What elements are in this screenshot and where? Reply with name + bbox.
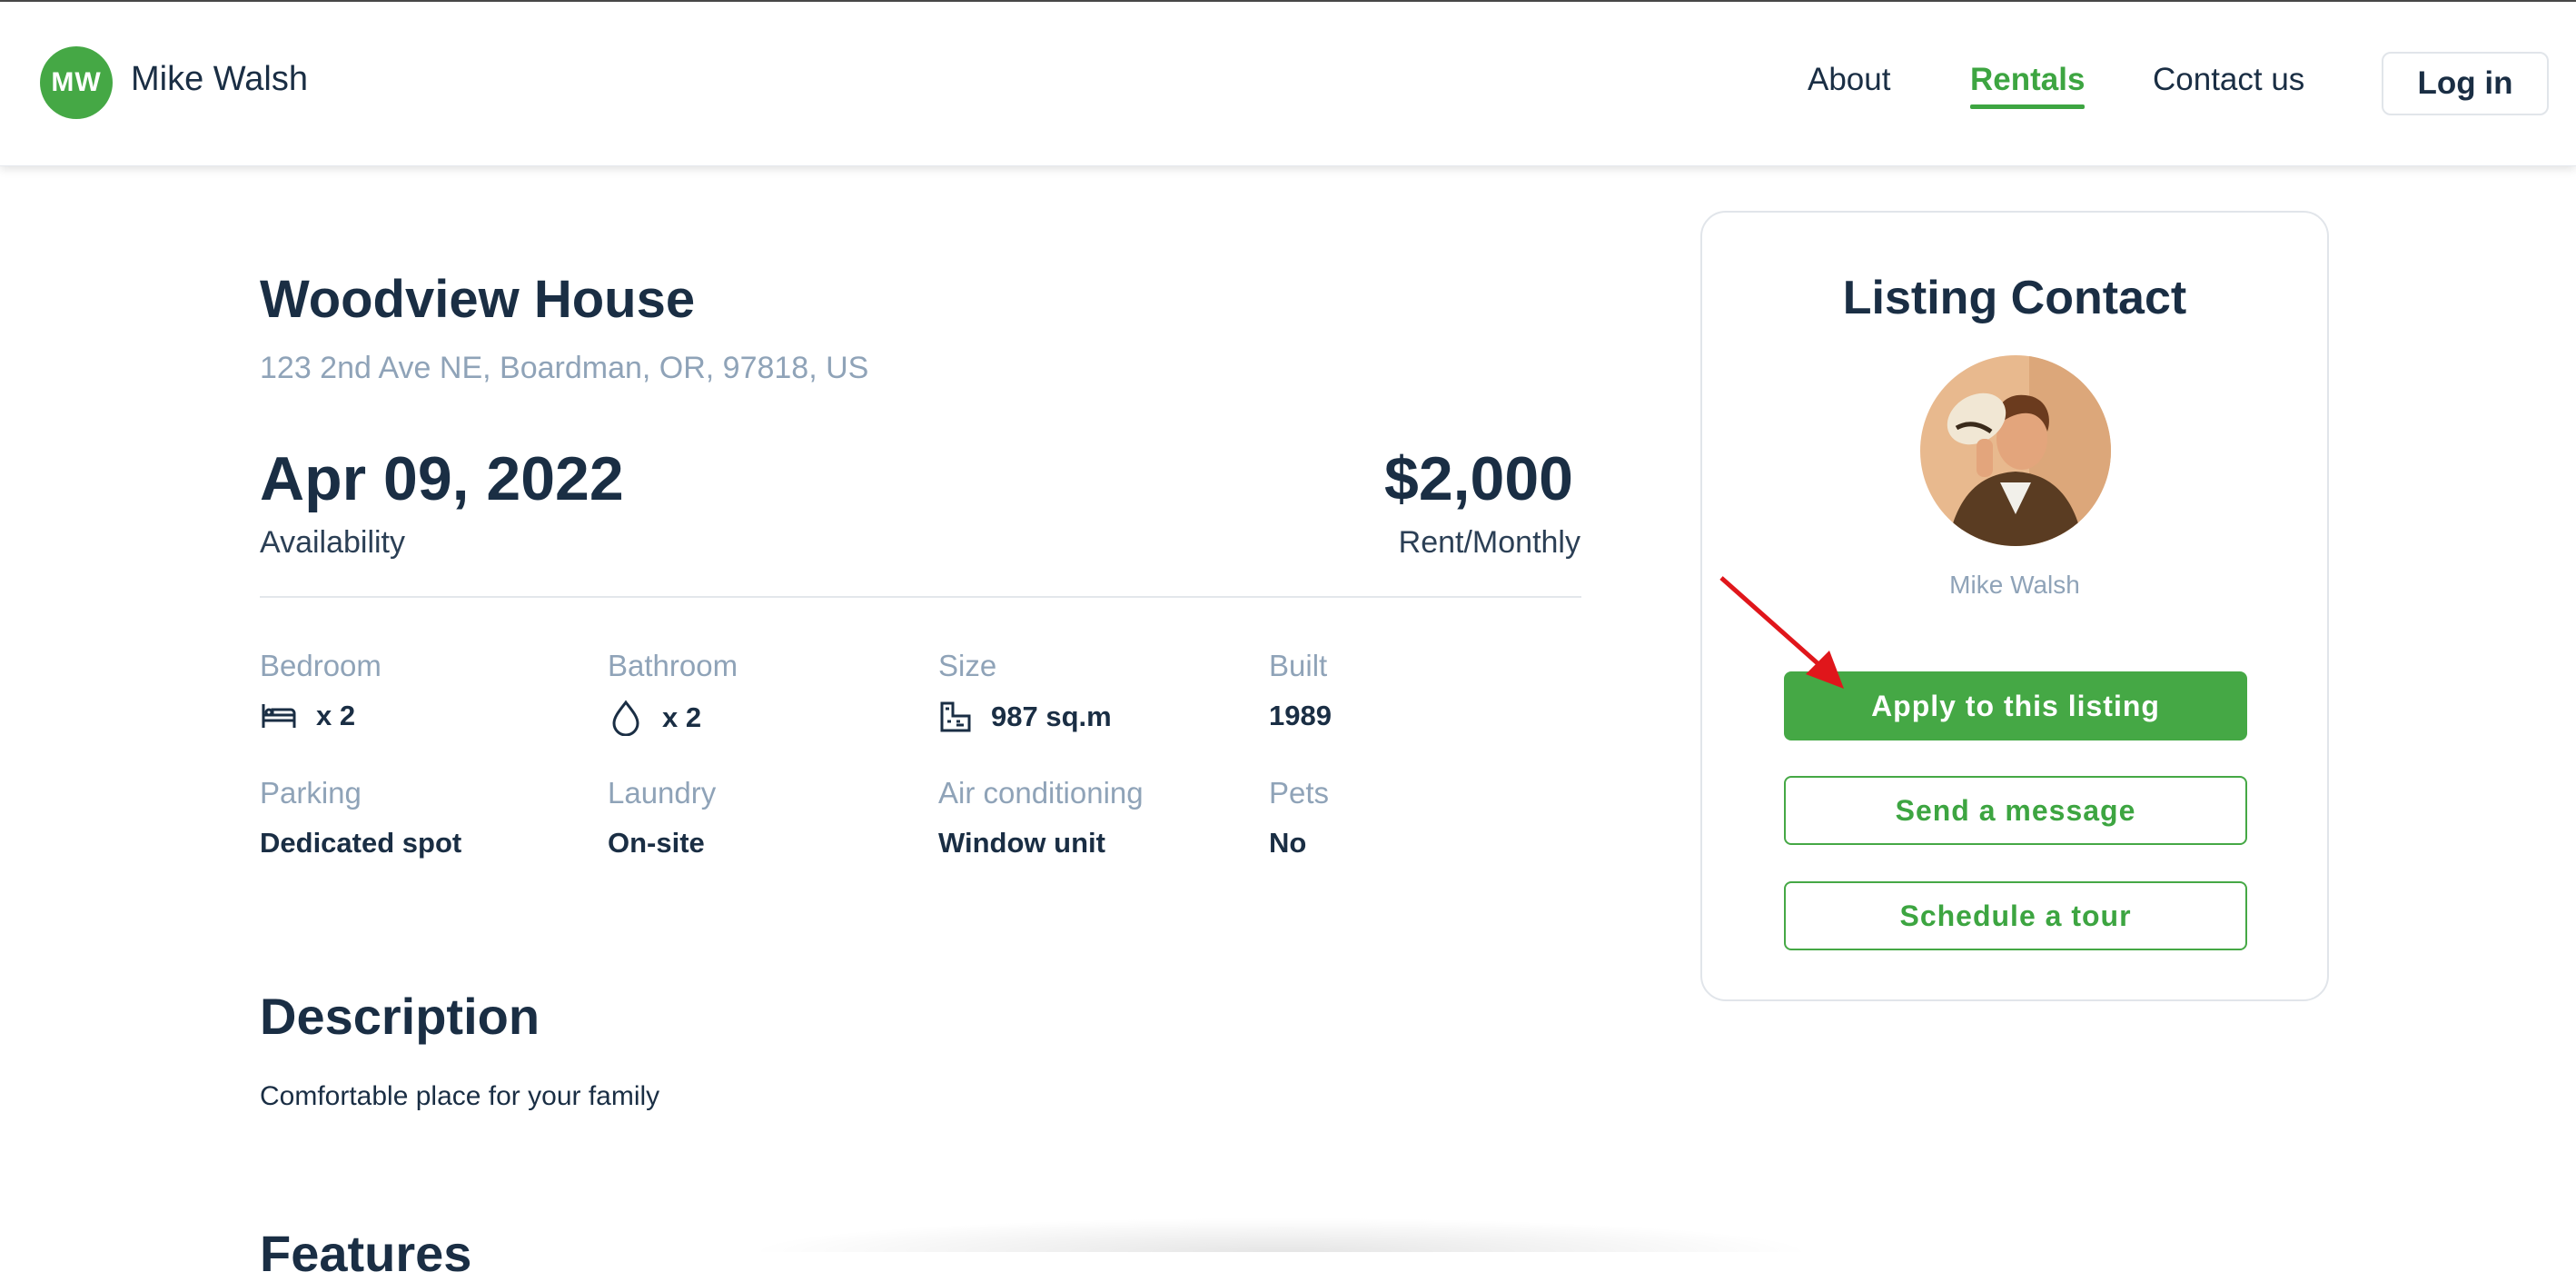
bedroom-value: x 2 xyxy=(260,700,355,732)
availability-label: Availability xyxy=(260,525,406,560)
size-label: Size xyxy=(938,649,997,682)
floorplan-icon xyxy=(940,701,971,732)
availability-date: Apr 09, 2022 xyxy=(260,444,624,513)
pets-label: Pets xyxy=(1269,776,1330,810)
bed-icon xyxy=(262,704,296,728)
nav-contact[interactable]: Contact us xyxy=(2153,62,2304,98)
bathroom-value: x 2 xyxy=(608,700,701,736)
schedule-tour-button[interactable]: Schedule a tour xyxy=(1784,881,2247,950)
pets-value: No xyxy=(1269,827,1307,859)
bathroom-count: x 2 xyxy=(662,701,702,733)
logo-avatar[interactable]: MW xyxy=(40,46,113,119)
listing-address: 123 2nd Ave NE, Boardman, OR, 97818, US xyxy=(260,351,869,385)
bedroom-label: Bedroom xyxy=(260,649,381,682)
size-amount: 987 sq.m xyxy=(991,701,1112,732)
scroll-shadow xyxy=(745,1217,1817,1252)
built-label: Built xyxy=(1269,649,1328,682)
size-value: 987 sq.m xyxy=(938,700,1112,734)
air-conditioning-label: Air conditioning xyxy=(938,776,1144,810)
water-drop-icon xyxy=(612,700,639,736)
description-text: Comfortable place for your family xyxy=(260,1081,660,1111)
site-header: MW Mike Walsh About Rentals Contact us L… xyxy=(0,2,2576,166)
air-conditioning-value: Window unit xyxy=(938,827,1105,859)
nav-rentals[interactable]: Rentals xyxy=(1970,62,2086,109)
rent-price: $2,000 xyxy=(1384,444,1573,513)
annotation-arrow-icon xyxy=(1719,576,1844,689)
login-button[interactable]: Log in xyxy=(2382,52,2549,115)
nav-about[interactable]: About xyxy=(1808,62,1890,98)
contact-avatar-image xyxy=(1920,355,2111,546)
card-title: Listing Contact xyxy=(1842,272,2187,324)
built-value: 1989 xyxy=(1269,700,1332,731)
rent-label: Rent/Monthly xyxy=(1398,525,1580,560)
description-heading: Description xyxy=(260,988,540,1045)
laundry-label: Laundry xyxy=(608,776,717,810)
laundry-value: On-site xyxy=(608,827,705,859)
parking-value: Dedicated spot xyxy=(260,827,462,859)
bathroom-label: Bathroom xyxy=(608,649,738,682)
parking-label: Parking xyxy=(260,776,362,810)
send-message-button[interactable]: Send a message xyxy=(1784,776,2247,845)
bedroom-count: x 2 xyxy=(316,700,356,731)
brand-name[interactable]: Mike Walsh xyxy=(131,60,308,99)
divider xyxy=(260,596,1581,598)
contact-avatar xyxy=(1920,355,2111,546)
features-heading: Features xyxy=(260,1225,472,1282)
listing-title: Woodview House xyxy=(260,270,696,329)
